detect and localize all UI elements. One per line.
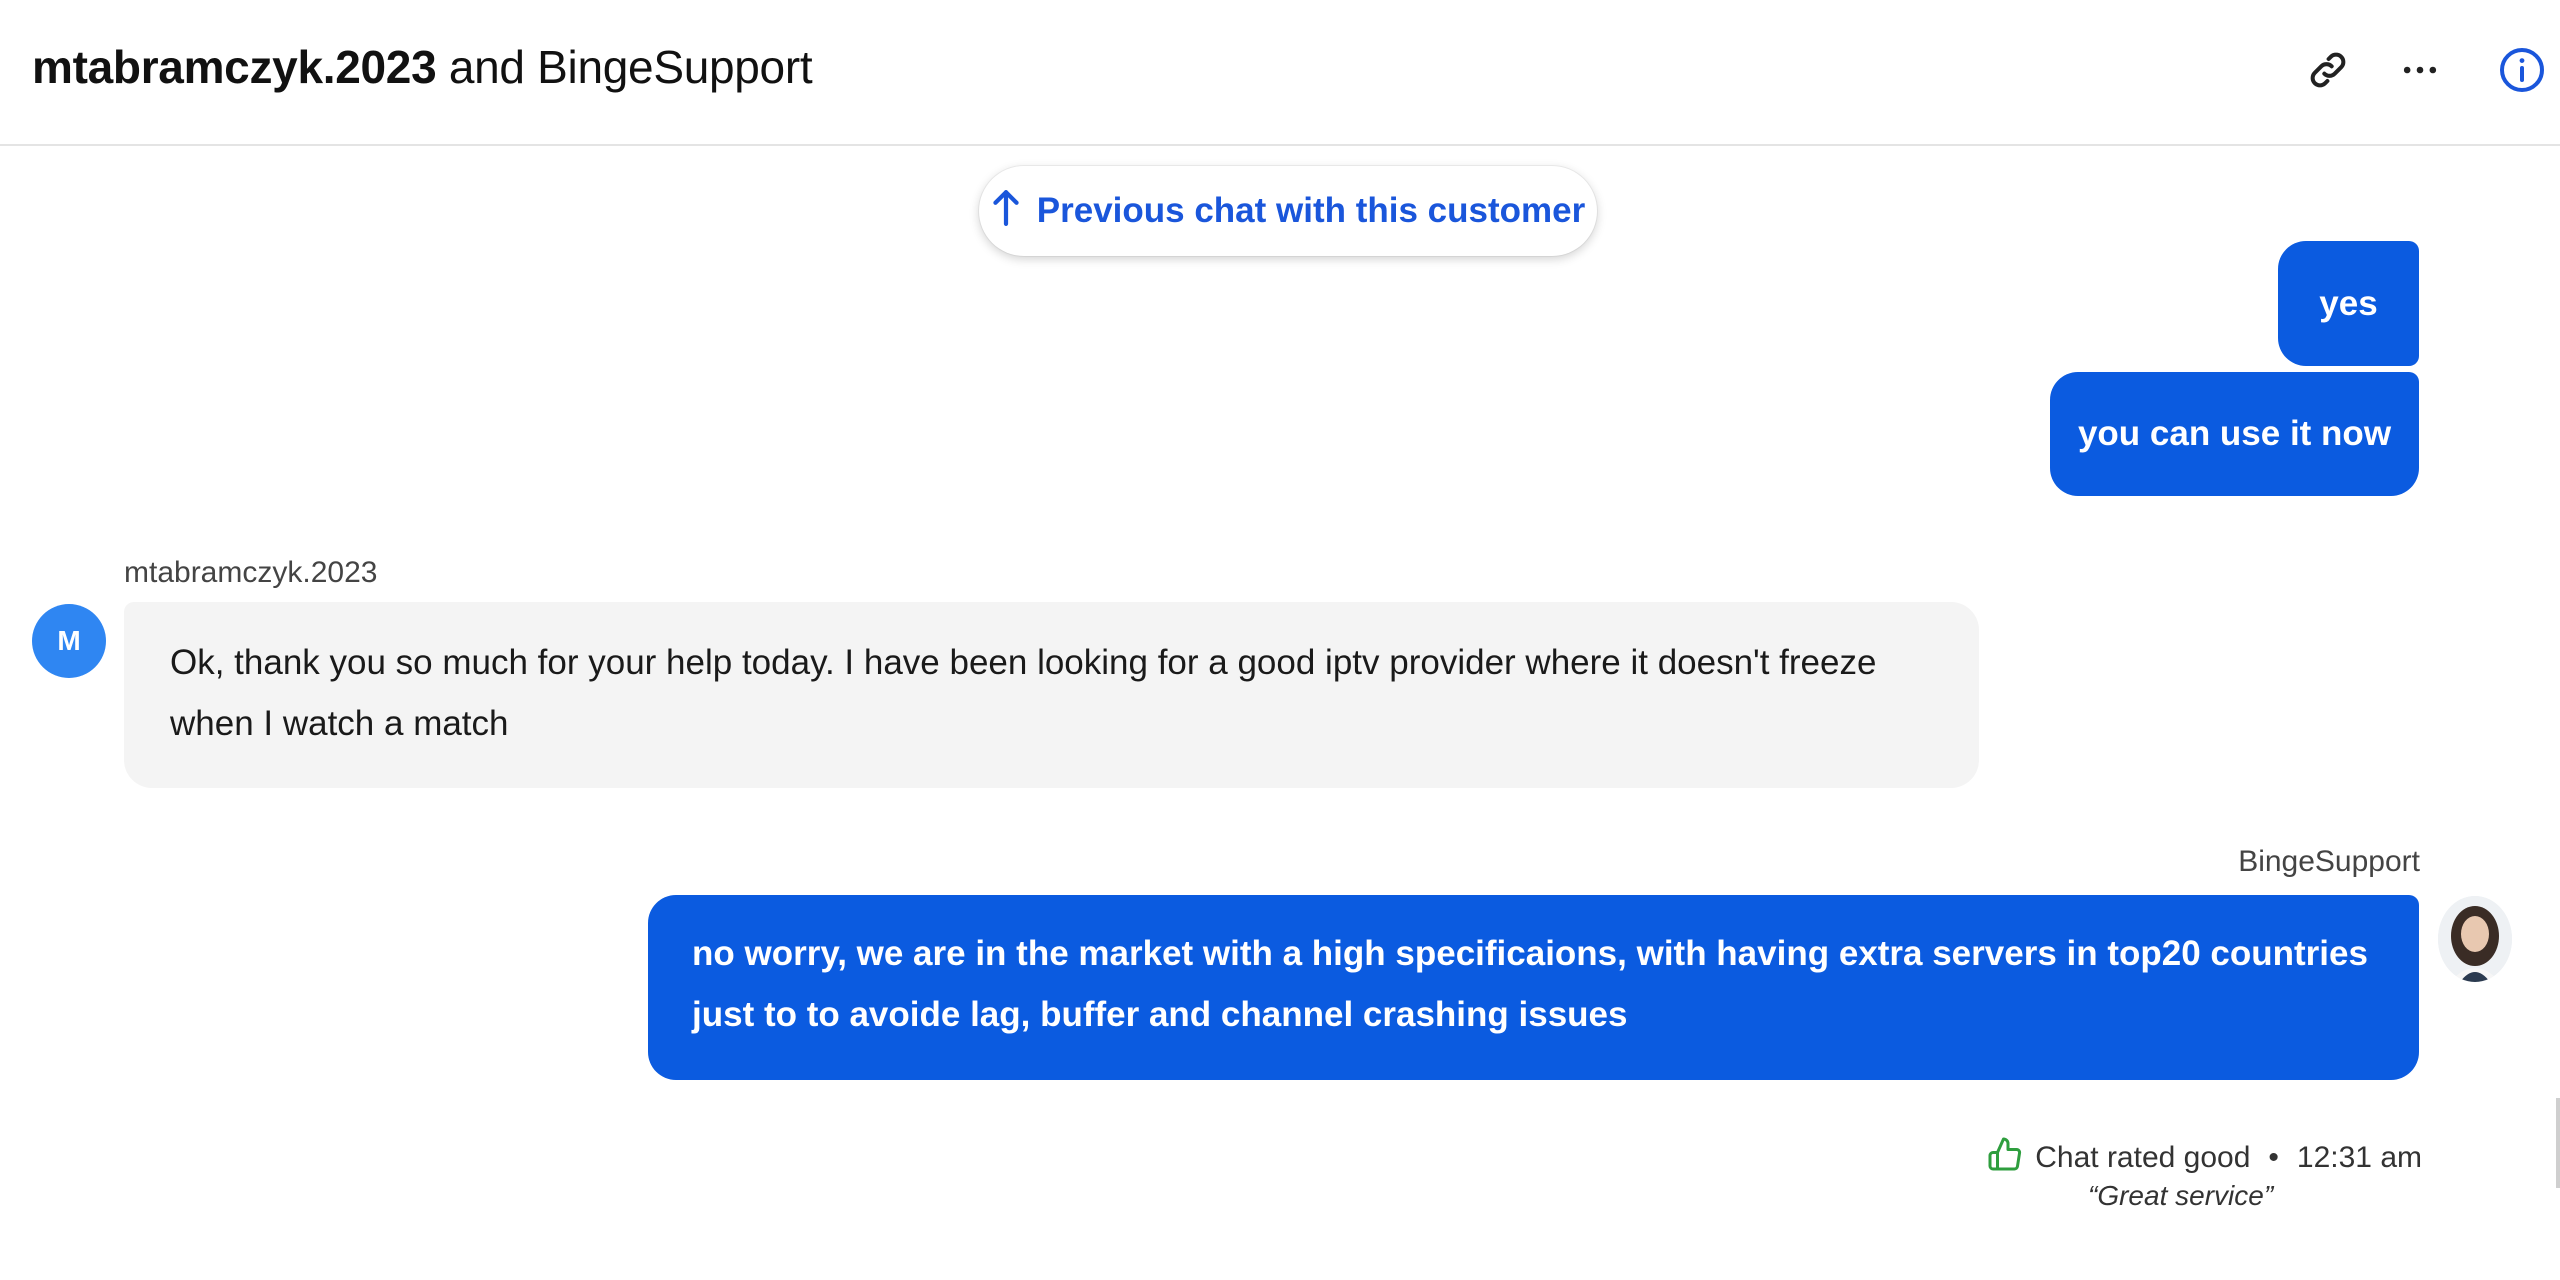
agent-message-bubble: yes: [2278, 241, 2419, 366]
title-agent-name: BingeSupport: [537, 41, 813, 93]
rating-separator: •: [2268, 1141, 2279, 1174]
title-joiner: and: [436, 41, 538, 93]
previous-chat-label: Previous chat with this customer: [1036, 191, 1586, 230]
agent-avatar: [2438, 896, 2512, 982]
arrow-up-icon: [991, 188, 1021, 235]
agent-sender-label: BingeSupport: [2238, 845, 2420, 878]
thumbs-up-icon: [1987, 1136, 2023, 1180]
rating-comment: “Great service”: [2088, 1180, 2274, 1211]
chat-window: mtabramczyk.2023 and BingeSupport Previo…: [0, 0, 2560, 1280]
link-icon[interactable]: [2298, 40, 2358, 100]
rating-time: 12:31 am: [2296, 1141, 2422, 1174]
customer-message-bubble: Ok, thank you so much for your help toda…: [124, 602, 1979, 788]
title-customer-name: mtabramczyk.2023: [32, 41, 437, 93]
customer-sender-label: mtabramczyk.2023: [124, 556, 378, 589]
rating-label: Chat rated good: [2035, 1141, 2251, 1174]
agent-message-bubble: no worry, we are in the market with a hi…: [648, 895, 2419, 1080]
chat-rating: Chat rated good • 12:31 am: [1987, 1136, 2422, 1180]
agent-message-bubble: you can use it now: [2050, 372, 2419, 496]
chat-header: mtabramczyk.2023 and BingeSupport: [0, 0, 2560, 146]
customer-avatar: M: [32, 604, 106, 678]
info-icon[interactable]: [2492, 40, 2552, 100]
more-options-icon[interactable]: [2390, 40, 2450, 100]
scrollbar[interactable]: [2556, 1098, 2560, 1188]
previous-chat-button[interactable]: Previous chat with this customer: [979, 166, 1597, 256]
chat-title: mtabramczyk.2023 and BingeSupport: [32, 40, 813, 94]
